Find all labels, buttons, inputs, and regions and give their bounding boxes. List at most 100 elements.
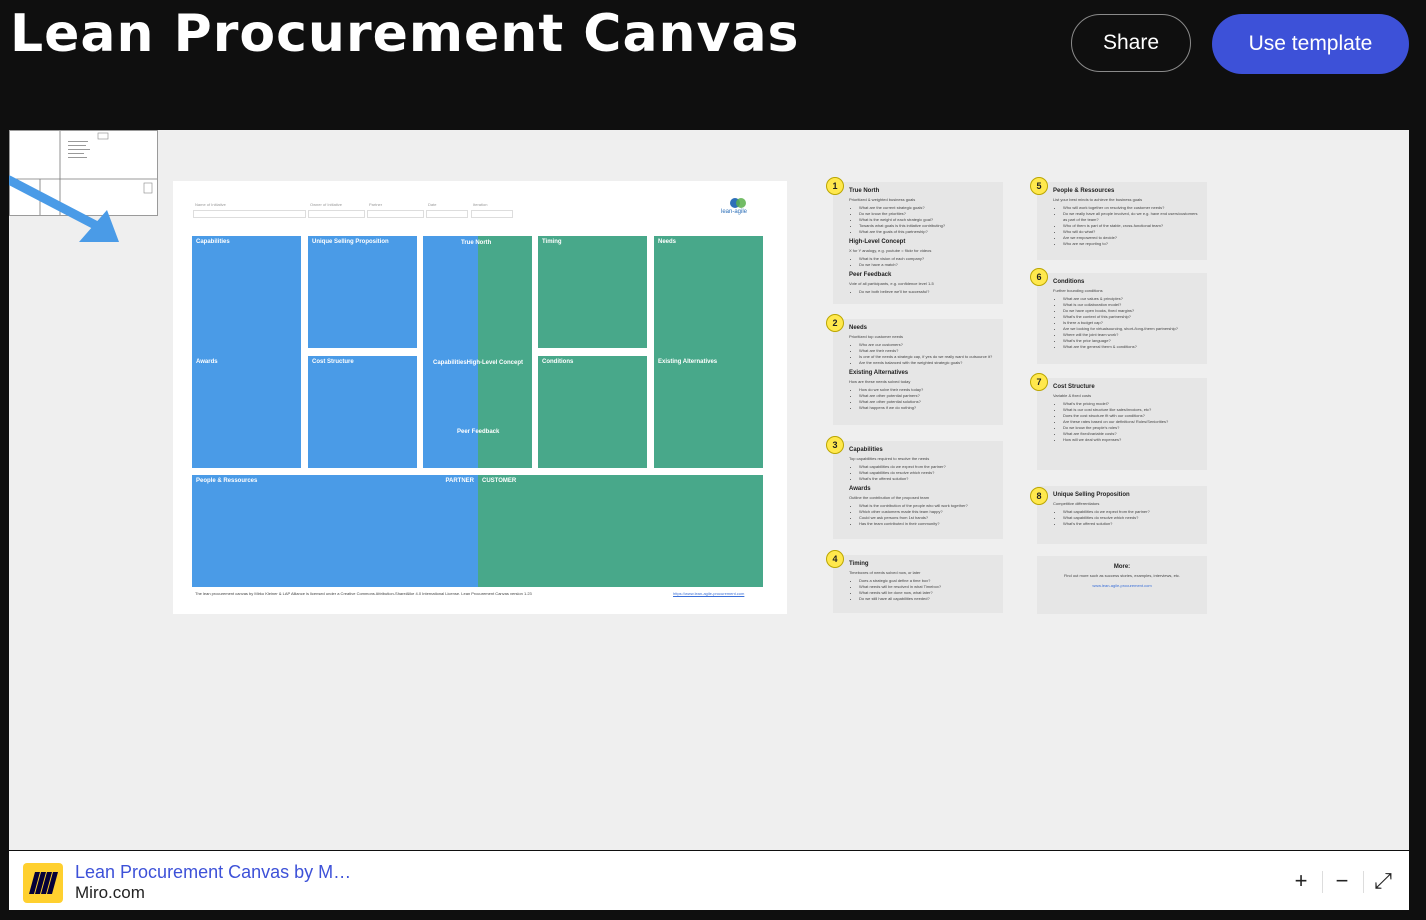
- cell-label-true-north: True North: [461, 240, 492, 246]
- cell-customer[interactable]: CUSTOMER: [478, 475, 763, 587]
- note-section-title: High-Level Concept: [849, 239, 906, 245]
- note-question: Are the needs balanced with the weighted…: [859, 360, 997, 366]
- note-question-list: What's the pricing model?What is our cos…: [1053, 401, 1201, 443]
- share-button[interactable]: Share: [1071, 14, 1191, 72]
- field-box[interactable]: [367, 210, 424, 218]
- field-box[interactable]: [308, 210, 365, 218]
- field-label: Owner of Initiative: [310, 202, 343, 207]
- zoom-in-button[interactable]: +: [1286, 867, 1316, 895]
- note-card[interactable]: Capabilities Top capabilities required to…: [833, 441, 1003, 539]
- cell-label-existing-alternatives: Existing Alternatives: [658, 359, 718, 365]
- page-title: Lean Procurement Canvas: [10, 4, 800, 64]
- note-number-badge: 5: [1030, 177, 1048, 195]
- cell-label-awards: Awards: [196, 359, 218, 365]
- note-question: What are the general therm & conditions?: [1063, 344, 1201, 350]
- note-card[interactable]: True North Prioritized & weighted busines…: [833, 182, 1003, 304]
- field-label: Iteration: [473, 202, 488, 207]
- note-number-badge: 3: [826, 436, 844, 454]
- note-question: Do we really have all people involved, d…: [1063, 211, 1201, 223]
- note-section-description: Variable & fixed costs: [1053, 393, 1092, 398]
- lean-agile-logo: lean-agile: [717, 195, 761, 226]
- field-label: Partner: [369, 202, 383, 207]
- note-question: What are the goals of this partnership?: [859, 229, 997, 235]
- note-section-description: Timeboxes of needs solved now, or later: [849, 570, 921, 575]
- note-question: Who are we reporting to?: [1063, 241, 1201, 247]
- field-box[interactable]: [471, 210, 513, 218]
- lean-procurement-canvas[interactable]: Name of Initiative Owner of Initiative P…: [173, 181, 787, 614]
- note-section-title: Existing Alternatives: [849, 370, 909, 376]
- note-section-description: Top capabilities required to resolve the…: [849, 456, 930, 461]
- note-card[interactable]: People & Ressources List your best minds …: [1037, 182, 1207, 260]
- license-text: The lean procurement canvas by Mirko Kle…: [195, 591, 532, 596]
- note-card[interactable]: Conditions Further bounding conditions Wha…: [1037, 273, 1207, 364]
- field-label: Name of Initiative: [195, 202, 226, 207]
- more-title: More:: [1113, 564, 1131, 570]
- note-card[interactable]: Timing Timeboxes of needs solved now, or …: [833, 555, 1003, 613]
- note-question-list: Who will work together on resolving the …: [1053, 205, 1201, 247]
- note-question: Do we still have all capabilities needed…: [859, 596, 997, 602]
- field-label: Date: [428, 202, 437, 207]
- note-question-list: Do we both believe we'll be successful?: [849, 289, 997, 295]
- note-question: What happens if we do nothing?: [859, 405, 997, 411]
- cell-label-high-level-concept: CapabilitiesHigh-Level Concept: [433, 360, 524, 366]
- note-card[interactable]: Unique Selling Proposition Competitive di…: [1037, 486, 1207, 544]
- note-question-list: How do we solve their needs today?What a…: [849, 387, 997, 411]
- note-number-badge: 1: [826, 177, 844, 195]
- field-box[interactable]: [426, 210, 468, 218]
- more-link[interactable]: www.lean-agile-procurement.com: [1043, 583, 1201, 588]
- more-card[interactable]: More: Find out more such as success stor…: [1037, 556, 1207, 614]
- note-question-list: What are the current strategic goals?Do …: [849, 205, 997, 235]
- note-section-description: List your best minds to achieve the busi…: [1053, 197, 1143, 202]
- cell-conditions[interactable]: Conditions: [538, 356, 647, 468]
- note-card[interactable]: Cost Structure Variable & fixed costs What…: [1037, 378, 1207, 470]
- note-question: Do we both believe we'll be successful?: [859, 289, 997, 295]
- board-link-domain: Miro.com: [75, 883, 145, 902]
- note-question: What's the offered solution?: [1063, 521, 1201, 527]
- cell-usp[interactable]: Unique Selling Proposition: [308, 236, 417, 348]
- note-card[interactable]: Needs Prioritized top customer needs Who a…: [833, 319, 1003, 425]
- field-box[interactable]: [193, 210, 306, 218]
- cell-label-peer-feedback: Peer Feedback: [457, 429, 500, 435]
- note-section-title: Peer Feedback: [849, 272, 892, 278]
- cell-label: People & Ressources: [196, 478, 258, 484]
- note-section-title: People & Ressources: [1053, 188, 1115, 194]
- note-section-title: Unique Selling Proposition: [1053, 492, 1130, 498]
- divider: [1363, 871, 1364, 893]
- board-link-title[interactable]: Lean Procurement Canvas by M…: [75, 862, 351, 883]
- cell-capabilities[interactable]: Capabilities Awards: [192, 236, 301, 468]
- note-section-title: Awards: [849, 486, 871, 492]
- license-link[interactable]: https://www.lean-agile-procurement.com: [673, 591, 744, 596]
- note-section-description: Outline the contribution of the proposed…: [849, 495, 930, 500]
- miro-logo-icon: [23, 863, 63, 903]
- divider: [1322, 871, 1323, 893]
- note-question: Do we have a match?: [859, 262, 997, 268]
- note-section-title: True North: [849, 188, 880, 194]
- note-number-badge: 2: [826, 314, 844, 332]
- note-number-badge: 6: [1030, 268, 1048, 286]
- note-question: What's the offered solution?: [859, 476, 997, 482]
- note-section-description: Prioritized & weighted business goals: [849, 197, 916, 202]
- fullscreen-icon[interactable]: ⤢: [1368, 867, 1398, 895]
- cell-needs[interactable]: Needs Existing Alternatives: [654, 236, 763, 468]
- note-section-description: How are these needs solved today: [849, 379, 911, 384]
- note-section-description: X for Y analogy, e.g. youtube = flickr f…: [849, 248, 932, 253]
- note-section-title: Timing: [849, 561, 869, 567]
- cell-label: Needs: [658, 239, 677, 245]
- note-section-description: Competitive differentiators: [1053, 501, 1100, 506]
- note-section-description: Prioritized top customer needs: [849, 334, 904, 339]
- note-question: Has the team contributed in their commun…: [859, 521, 997, 527]
- logo-text: lean-agile: [721, 209, 748, 215]
- use-template-button[interactable]: Use template: [1212, 14, 1409, 74]
- note-section-title: Conditions: [1053, 279, 1085, 285]
- cell-cost-structure[interactable]: Cost Structure: [308, 356, 417, 468]
- more-text: Find out more such as success stories, e…: [1063, 573, 1181, 578]
- board-preview[interactable]: Name of Initiative Owner of Initiative P…: [9, 130, 1409, 850]
- zoom-out-button[interactable]: −: [1327, 867, 1357, 895]
- note-question-list: Does a strategic goal define a time box?…: [849, 578, 997, 602]
- cell-label: Capabilities: [196, 239, 230, 245]
- note-section-title: Needs: [849, 325, 868, 331]
- cell-timing[interactable]: Timing: [538, 236, 647, 348]
- note-question-list: What is the vision of each company?Do we…: [849, 256, 997, 268]
- cell-people-resources[interactable]: People & Ressources PARTNER: [192, 475, 478, 587]
- note-number-badge: 8: [1030, 487, 1048, 505]
